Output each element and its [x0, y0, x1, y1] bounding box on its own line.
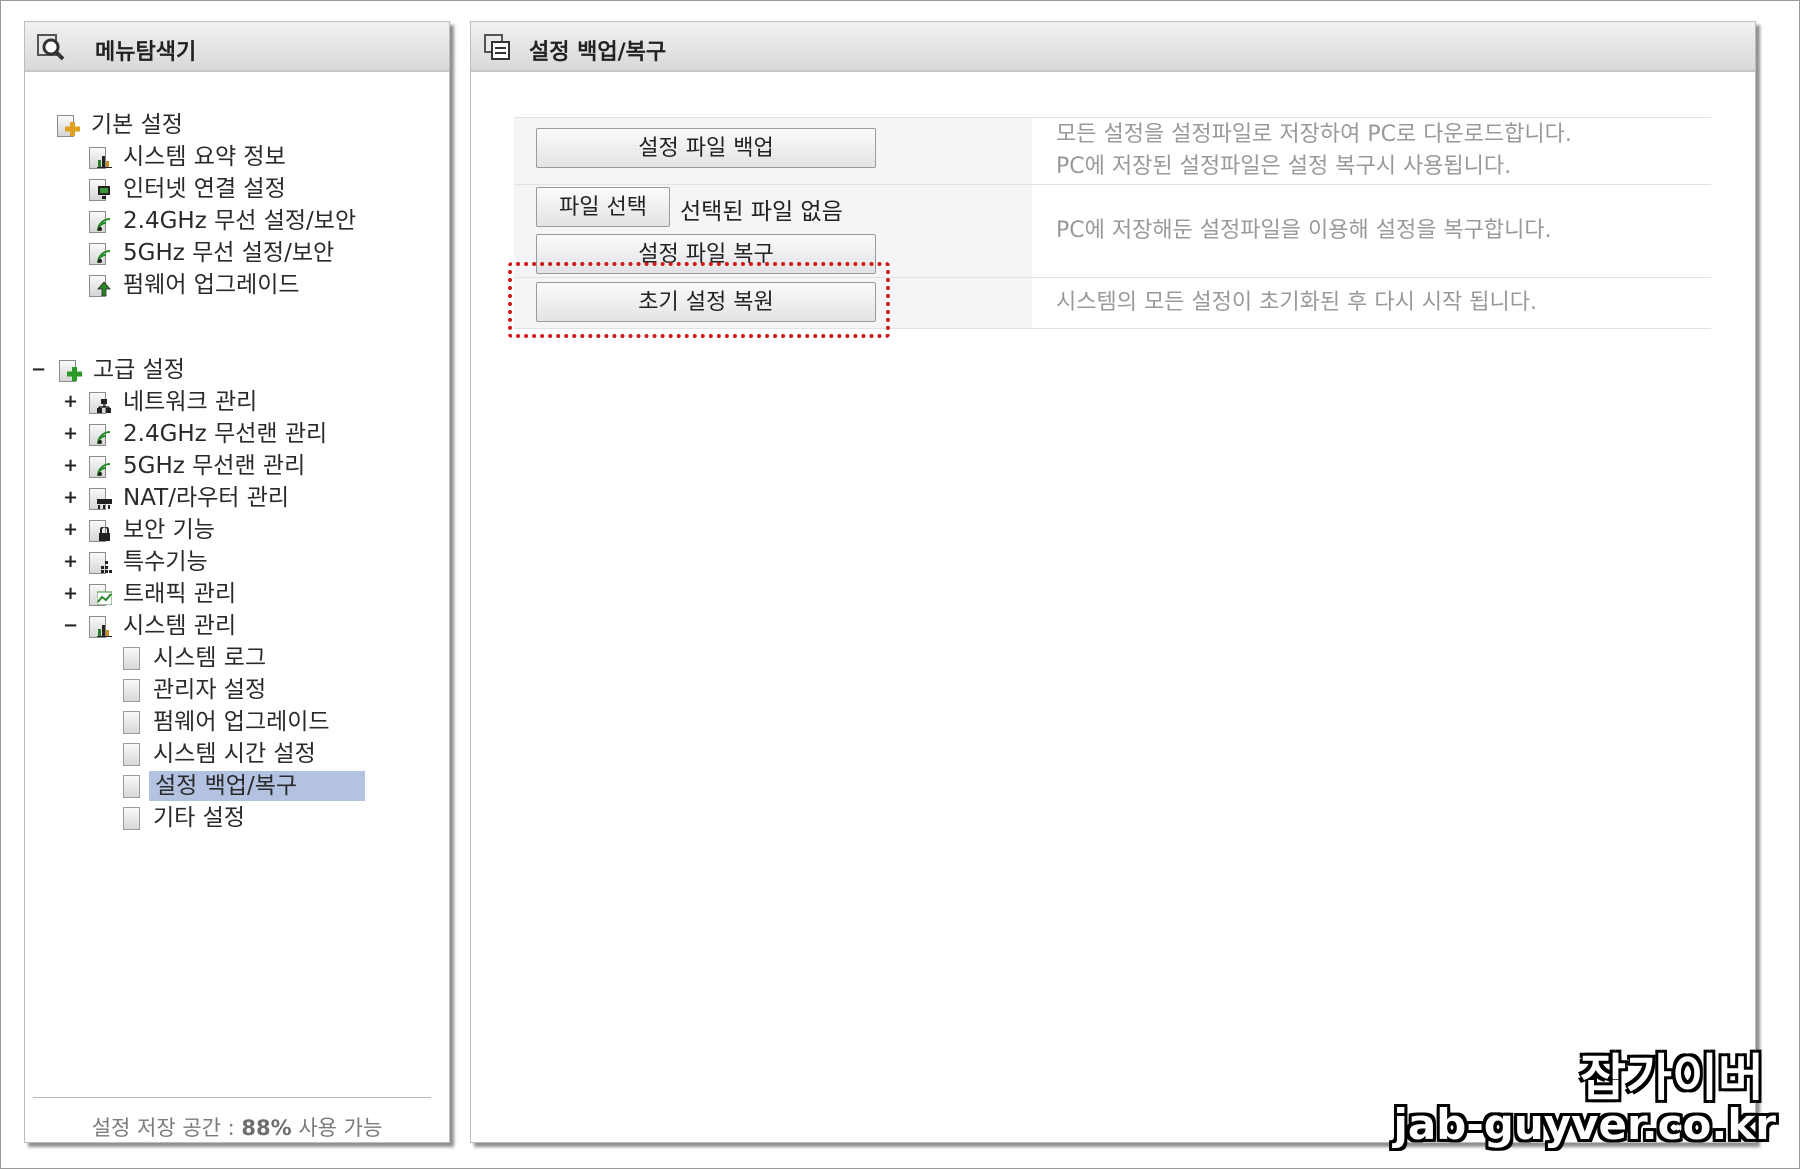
tree-label: 트래픽 관리 — [123, 581, 237, 607]
monitor-icon — [89, 177, 113, 201]
expand-toggle[interactable]: + — [63, 451, 78, 481]
tree-item-wifi24-security[interactable]: 2.4GHz 무선 설정/보안 — [89, 206, 409, 236]
menu-explorer-panel: 메뉴탐색기 기본 설정 시스템 요약 정보 인터넷 연결 설정 2.4GHz 무… — [24, 21, 450, 1143]
wifi-signal-icon — [89, 422, 113, 446]
factory-reset-button[interactable]: 초기 설정 복원 — [536, 282, 876, 322]
document-icon — [123, 647, 140, 670]
wifi-signal-icon — [89, 454, 113, 478]
tree-label: 시스템 관리 — [123, 613, 237, 639]
document-icon — [123, 743, 140, 766]
tree-label: 보안 기능 — [123, 517, 215, 543]
row-divider — [514, 117, 1711, 118]
tree-item-admin-settings[interactable]: 관리자 설정 — [123, 675, 383, 705]
bar-chart-icon — [89, 614, 113, 638]
tree-node-basic-settings[interactable]: 기본 설정 — [57, 110, 277, 140]
tree-item-wifi24-management[interactable]: + 2.4GHz 무선랜 관리 — [63, 419, 403, 449]
tree-item-network-management[interactable]: + 네트워크 관리 — [63, 387, 363, 417]
tree-label: 펌웨어 업그레이드 — [123, 272, 300, 298]
tree-label: 5GHz 무선랜 관리 — [123, 453, 306, 479]
tree-item-traffic-management[interactable]: + 트래픽 관리 — [63, 579, 363, 609]
tree-label: 기본 설정 — [91, 112, 183, 138]
choose-file-button[interactable]: 파일 선택 — [536, 187, 670, 227]
row-divider — [514, 328, 1711, 329]
storage-status: 설정 저장 공간 : 88% 사용 가능 — [25, 1112, 449, 1142]
tree-label: NAT/라우터 관리 — [123, 485, 290, 511]
expand-toggle[interactable]: + — [63, 579, 78, 609]
restore-description: PC에 저장해둔 설정파일을 이용해 설정을 복구합니다. — [1056, 218, 1552, 243]
expand-toggle[interactable]: + — [63, 387, 78, 417]
dots-grid-icon — [89, 550, 113, 574]
backup-description-line1: 모든 설정을 설정파일로 저장하여 PC로 다운로드합니다. — [1056, 122, 1572, 147]
document-icon — [123, 711, 140, 734]
copy-pages-icon — [484, 34, 510, 60]
document-icon — [123, 807, 140, 830]
backup-settings-button[interactable]: 설정 파일 백업 — [536, 128, 876, 168]
tree-item-wifi5-management[interactable]: + 5GHz 무선랜 관리 — [63, 451, 403, 481]
collapse-toggle[interactable]: − — [31, 355, 46, 385]
lock-icon — [89, 518, 113, 542]
tree-item-security[interactable]: + 보안 기능 — [63, 515, 363, 545]
tree-label: 시스템 로그 — [153, 645, 267, 671]
restore-settings-button[interactable]: 설정 파일 복구 — [536, 234, 876, 274]
factory-reset-description: 시스템의 모든 설정이 초기화된 후 다시 시작 됩니다. — [1056, 290, 1537, 315]
backup-restore-table: 설정 파일 백업 모든 설정을 설정파일로 저장하여 PC로 다운로드합니다. … — [514, 117, 1711, 329]
tree-node-advanced-settings[interactable]: − 고급 설정 — [31, 355, 291, 385]
upgrade-arrow-icon — [89, 273, 113, 297]
tree-label: 특수기능 — [123, 549, 208, 575]
line-graph-icon — [89, 582, 113, 606]
tree-label-selected: 설정 백업/복구 — [149, 771, 365, 801]
expand-toggle[interactable]: + — [63, 515, 78, 545]
row-divider — [514, 277, 1711, 278]
watermark-url: jab-guyver.co.kr — [1393, 1100, 1776, 1149]
network-icon — [89, 390, 113, 414]
folder-plus-icon — [57, 113, 81, 137]
tree-item-system-time[interactable]: 시스템 시간 설정 — [123, 739, 383, 769]
collapse-toggle[interactable]: − — [63, 611, 78, 641]
bar-chart-icon — [89, 145, 113, 169]
tree-item-system-summary[interactable]: 시스템 요약 정보 — [89, 142, 389, 172]
tree-item-firmware-upgrade[interactable]: 펌웨어 업그레이드 — [123, 707, 383, 737]
wifi-signal-icon — [89, 241, 113, 265]
tree-label: 관리자 설정 — [153, 677, 267, 703]
tree-label: 펌웨어 업그레이드 — [153, 709, 330, 735]
tree-item-system-management[interactable]: − 시스템 관리 — [63, 611, 363, 641]
tree-item-system-log[interactable]: 시스템 로그 — [123, 643, 383, 673]
content-panel: 설정 백업/복구 설정 파일 백업 모든 설정을 설정파일로 저장하여 PC로 … — [470, 21, 1756, 1143]
menu-tree: 기본 설정 시스템 요약 정보 인터넷 연결 설정 2.4GHz 무선 설정/보… — [25, 22, 449, 1142]
no-file-selected-text: 선택된 파일 없음 — [680, 199, 843, 225]
document-icon — [123, 775, 140, 798]
tree-label: 고급 설정 — [93, 357, 185, 383]
tree-label: 기타 설정 — [153, 805, 245, 831]
content-header: 설정 백업/복구 — [471, 22, 1755, 72]
page-title: 설정 백업/복구 — [529, 40, 667, 65]
backup-description-line2: PC에 저장된 설정파일은 설정 복구시 사용됩니다. — [1056, 154, 1512, 179]
storage-prefix: 설정 저장 공간 : — [91, 1116, 242, 1140]
tree-label: 네트워크 관리 — [123, 389, 258, 415]
tree-label: 2.4GHz 무선 설정/보안 — [123, 208, 357, 234]
row-divider — [514, 184, 1711, 185]
tree-label: 인터넷 연결 설정 — [123, 176, 286, 202]
wifi-signal-icon — [89, 209, 113, 233]
folder-plus-icon — [59, 358, 83, 382]
expand-toggle[interactable]: + — [63, 547, 78, 577]
tree-item-nat-router[interactable]: + NAT/라우터 관리 — [63, 483, 403, 513]
tree-item-wifi5-security[interactable]: 5GHz 무선 설정/보안 — [89, 238, 409, 268]
tree-label: 2.4GHz 무선랜 관리 — [123, 421, 328, 447]
tree-label: 시스템 시간 설정 — [153, 741, 316, 767]
footer-divider — [33, 1097, 431, 1098]
expand-toggle[interactable]: + — [63, 419, 78, 449]
expand-toggle[interactable]: + — [63, 483, 78, 513]
tree-item-firmware-upgrade-basic[interactable]: 펌웨어 업그레이드 — [89, 270, 389, 300]
tree-item-special-features[interactable]: + 특수기능 — [63, 547, 363, 577]
tree-item-backup-restore[interactable]: 설정 백업/복구 — [123, 771, 383, 801]
tree-label: 5GHz 무선 설정/보안 — [123, 240, 335, 266]
tree-item-etc-settings[interactable]: 기타 설정 — [123, 803, 383, 833]
document-icon — [123, 679, 140, 702]
tree-item-internet-setup[interactable]: 인터넷 연결 설정 — [89, 174, 389, 204]
storage-value: 88% — [241, 1116, 292, 1140]
router-icon — [89, 486, 113, 510]
tree-label: 시스템 요약 정보 — [123, 144, 286, 170]
storage-suffix: 사용 가능 — [291, 1116, 383, 1140]
